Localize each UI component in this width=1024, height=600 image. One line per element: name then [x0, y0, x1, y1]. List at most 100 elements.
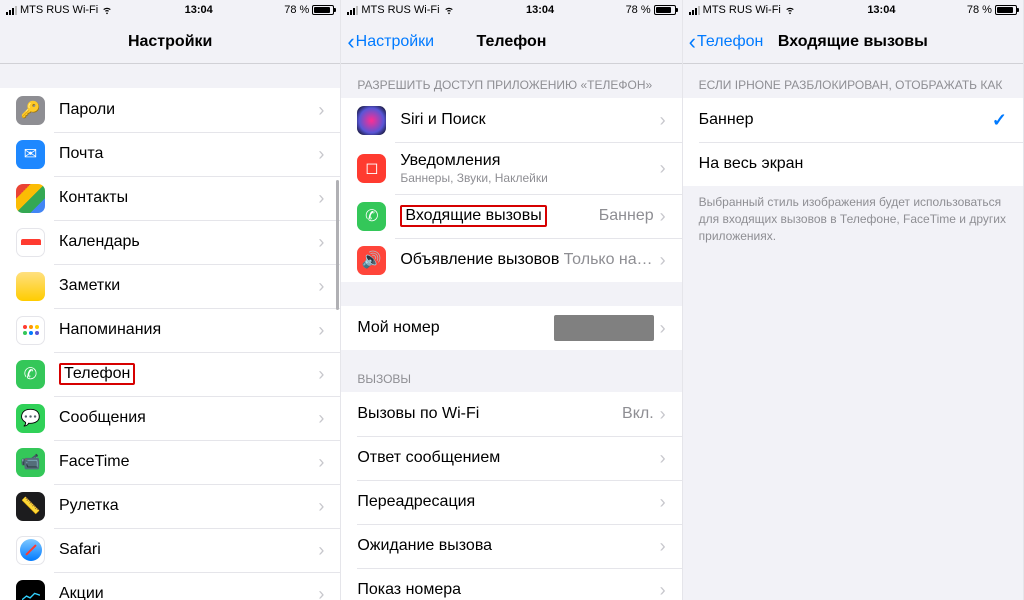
row-safari[interactable]: Safari ›: [0, 528, 340, 572]
chevron-right-icon: ›: [318, 144, 324, 165]
notifications-icon: ◻︎: [357, 154, 386, 183]
row-caller-id[interactable]: Показ номера ›: [341, 568, 681, 600]
chevron-right-icon: ›: [660, 318, 666, 339]
chevron-right-icon: ›: [318, 188, 324, 209]
scroll-indicator: [336, 180, 339, 310]
back-label: Телефон: [697, 33, 763, 51]
reminders-icon: [16, 316, 45, 345]
page-title: Настройки: [128, 33, 212, 51]
nav-bar: ‹ Настройки Телефон: [341, 20, 681, 64]
section-footer: Выбранный стиль изображения будет исполь…: [683, 186, 1023, 254]
signal-icon: [347, 5, 358, 15]
notes-icon: [16, 272, 45, 301]
wifi-icon: [443, 5, 455, 15]
chevron-right-icon: ›: [660, 448, 666, 469]
safari-icon: [16, 536, 45, 565]
announce-detail: Только нау…: [564, 251, 654, 269]
screen-settings: MTS RUS Wi-Fi 13:04 78 % Настройки 🔑 Пар…: [0, 0, 341, 600]
back-button[interactable]: ‹ Телефон: [689, 31, 764, 53]
row-phone[interactable]: ✆ Телефон ›: [0, 352, 340, 396]
announce-icon: 🔊: [357, 246, 386, 275]
chevron-right-icon: ›: [318, 320, 324, 341]
back-label: Настройки: [356, 33, 434, 51]
clock: 13:04: [526, 4, 554, 16]
phone-icon: ✆: [16, 360, 45, 389]
chevron-right-icon: ›: [318, 364, 324, 385]
chevron-right-icon: ›: [660, 536, 666, 557]
battery-icon: [654, 5, 676, 15]
back-button[interactable]: ‹ Настройки: [347, 31, 434, 53]
siri-icon: [357, 106, 386, 135]
key-icon: 🔑: [16, 96, 45, 125]
row-notifications[interactable]: ◻︎ Уведомления Баннеры, Звуки, Наклейки …: [341, 142, 681, 194]
wifi-icon: [101, 5, 113, 15]
facetime-icon: 📹: [16, 448, 45, 477]
chevron-right-icon: ›: [660, 110, 666, 131]
page-title: Телефон: [477, 33, 547, 51]
chevron-left-icon: ‹: [689, 31, 696, 53]
nav-bar: Настройки: [0, 20, 340, 64]
row-stocks[interactable]: Акции ›: [0, 572, 340, 600]
carrier-label: MTS RUS Wi-Fi: [703, 4, 781, 16]
row-contacts[interactable]: Контакты ›: [0, 176, 340, 220]
chevron-right-icon: ›: [660, 206, 666, 227]
row-forwarding[interactable]: Переадресация ›: [341, 480, 681, 524]
row-passwords[interactable]: 🔑 Пароли ›: [0, 88, 340, 132]
chevron-right-icon: ›: [318, 100, 324, 121]
option-banner[interactable]: Баннер ✓: [683, 98, 1023, 142]
row-messages[interactable]: 💬 Сообщения ›: [0, 396, 340, 440]
clock: 13:04: [185, 4, 213, 16]
row-announce-calls[interactable]: 🔊 Объявление вызовов Только нау… ›: [341, 238, 681, 282]
row-siri[interactable]: Siri и Поиск ›: [341, 98, 681, 142]
chevron-right-icon: ›: [318, 496, 324, 517]
carrier-label: MTS RUS Wi-Fi: [361, 4, 439, 16]
nav-bar: ‹ Телефон Входящие вызовы: [683, 20, 1023, 64]
wifi-calling-detail: Вкл.: [622, 405, 654, 423]
battery-icon: [312, 5, 334, 15]
status-bar: MTS RUS Wi-Fi 13:04 78 %: [683, 0, 1023, 20]
row-facetime[interactable]: 📹 FaceTime ›: [0, 440, 340, 484]
signal-icon: [6, 5, 17, 15]
chevron-right-icon: ›: [318, 408, 324, 429]
row-incoming-calls[interactable]: ✆ Входящие вызовы Баннер ›: [341, 194, 681, 238]
battery-icon: [995, 5, 1017, 15]
stocks-icon: [16, 580, 45, 600]
clock: 13:04: [867, 4, 895, 16]
row-measure[interactable]: 📏 Рулетка ›: [0, 484, 340, 528]
phone-settings-list[interactable]: Разрешить доступ приложению «Телефон» Si…: [341, 64, 681, 600]
row-reminders[interactable]: Напоминания ›: [0, 308, 340, 352]
measure-icon: 📏: [16, 492, 45, 521]
battery-percent: 78 %: [284, 4, 309, 16]
screen-incoming-calls: MTS RUS Wi-Fi 13:04 78 % ‹ Телефон Входя…: [683, 0, 1024, 600]
chevron-right-icon: ›: [660, 580, 666, 600]
settings-list[interactable]: 🔑 Пароли › ✉︎ Почта › Контакты › Календа…: [0, 64, 340, 600]
calendar-icon: [16, 228, 45, 257]
option-fullscreen[interactable]: На весь экран: [683, 142, 1023, 186]
battery-percent: 78 %: [967, 4, 992, 16]
incoming-detail: Баннер: [599, 207, 654, 225]
row-mail[interactable]: ✉︎ Почта ›: [0, 132, 340, 176]
screen-phone-settings: MTS RUS Wi-Fi 13:04 78 % ‹ Настройки Тел…: [341, 0, 682, 600]
row-respond-text[interactable]: Ответ сообщением ›: [341, 436, 681, 480]
status-bar: MTS RUS Wi-Fi 13:04 78 %: [0, 0, 340, 20]
chevron-right-icon: ›: [660, 250, 666, 271]
checkmark-icon: ✓: [992, 110, 1007, 131]
mail-icon: ✉︎: [16, 140, 45, 169]
row-calendar[interactable]: Календарь ›: [0, 220, 340, 264]
chevron-right-icon: ›: [318, 232, 324, 253]
row-my-number[interactable]: Мой номер ›: [341, 306, 681, 350]
carrier-label: MTS RUS Wi-Fi: [20, 4, 98, 16]
row-notes[interactable]: Заметки ›: [0, 264, 340, 308]
row-wifi-calling[interactable]: Вызовы по Wi-Fi Вкл. ›: [341, 392, 681, 436]
chevron-right-icon: ›: [318, 452, 324, 473]
chevron-right-icon: ›: [660, 404, 666, 425]
highlight-incoming: Входящие вызовы: [400, 205, 546, 227]
notifications-sub: Баннеры, Звуки, Наклейки: [400, 171, 659, 185]
wifi-icon: [784, 5, 796, 15]
masked-number: [554, 315, 654, 341]
contacts-icon: [16, 184, 45, 213]
row-call-waiting[interactable]: Ожидание вызова ›: [341, 524, 681, 568]
chevron-right-icon: ›: [660, 492, 666, 513]
chevron-left-icon: ‹: [347, 31, 354, 53]
status-bar: MTS RUS Wi-Fi 13:04 78 %: [341, 0, 681, 20]
